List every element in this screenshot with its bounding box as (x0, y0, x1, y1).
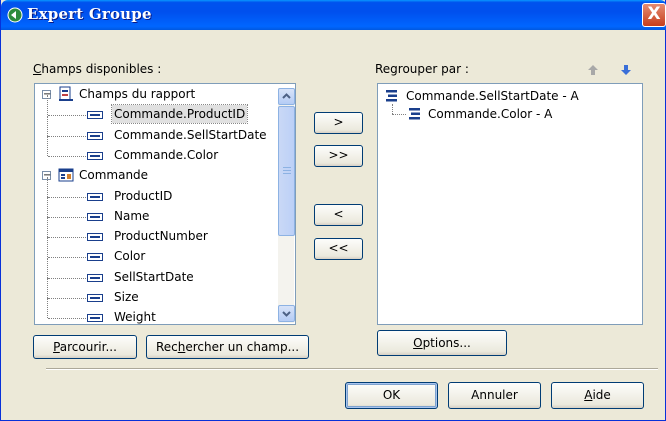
tree-node-label: Commande.ProductID (110, 104, 249, 125)
title-bar[interactable]: Expert Groupe X (1, 0, 666, 30)
tree-node-label: SellStartDate (114, 269, 194, 284)
group-icon (386, 90, 397, 102)
tree-node-label: ProductNumber (114, 229, 208, 244)
scroll-up-button[interactable] (278, 88, 295, 105)
window-title: Expert Groupe (27, 5, 152, 23)
tree-node-label: Commande (79, 168, 149, 183)
chevron-up-icon (282, 93, 291, 99)
tree-field-item[interactable]: ProductID (35, 176, 278, 207)
available-fields-label: Champs disponibles : (33, 62, 162, 76)
tree-node-label: Name (114, 208, 150, 223)
field-icon (87, 294, 103, 302)
add-field-button[interactable]: > (314, 112, 363, 134)
tree-field-item[interactable]: SellStartDate (35, 257, 278, 288)
group-icon (409, 108, 420, 120)
tree-field-item[interactable]: ProductNumber (35, 217, 278, 247)
app-icon (7, 7, 23, 23)
tree-field-item[interactable]: Weight (35, 298, 278, 325)
field-icon (87, 151, 103, 160)
tree-field-item[interactable]: Size (35, 278, 278, 308)
group-by-label: Regrouper par : (375, 62, 469, 76)
expert-groupe-dialog: Expert Groupe X Champs disponibles : − Ch… (0, 0, 666, 421)
tree-node-label: Commande.Color (114, 147, 219, 162)
add-all-fields-button[interactable]: >> (314, 145, 363, 167)
tree-field-item[interactable]: Color (35, 237, 278, 267)
field-icon (87, 212, 103, 221)
scroll-down-button[interactable] (278, 305, 295, 322)
tree-node-label: Champs du rapport (79, 87, 196, 101)
move-down-arrow-icon[interactable] (620, 64, 632, 76)
report-icon (59, 86, 73, 101)
remove-all-fields-button[interactable]: << (314, 238, 363, 260)
tree-node-label: Color (114, 249, 146, 264)
field-icon (87, 192, 103, 201)
tree-group-node[interactable]: − Commande (35, 166, 278, 186)
field-icon (87, 111, 103, 120)
cancel-button[interactable]: Annuler (448, 382, 541, 409)
options-button[interactable]: Options... (377, 330, 507, 356)
tree-field-item[interactable]: Commande.SellStartDate (35, 115, 278, 146)
tree-node-label: ProductID (114, 188, 173, 203)
remove-field-button[interactable]: < (314, 204, 363, 226)
field-icon (87, 131, 103, 140)
close-button[interactable]: X (642, 3, 666, 27)
tree-field-item[interactable]: Commande.Color (35, 135, 278, 166)
help-button[interactable]: Aide (551, 382, 644, 409)
field-icon (87, 233, 103, 242)
chevron-down-icon (282, 311, 291, 317)
ok-button[interactable]: OK (345, 382, 438, 409)
tree-group-node[interactable]: − Champs du rapport (35, 85, 278, 105)
field-icon (87, 273, 103, 282)
available-fields-tree[interactable]: − Champs du rapport Commande.ProductID Comm… (34, 83, 296, 325)
scroll-thumb[interactable] (278, 106, 295, 236)
tree-node-label: Weight (114, 310, 156, 325)
move-up-arrow-icon[interactable] (587, 64, 599, 76)
separator (46, 368, 658, 370)
tree-field-item[interactable]: Commande.ProductID (35, 95, 278, 125)
field-icon (87, 253, 103, 262)
group-by-tree[interactable]: Commande.SellStartDate - A Commande.Colo… (377, 83, 643, 325)
available-fields-scrollbar[interactable] (277, 88, 295, 323)
tree-node-label: Size (114, 290, 139, 304)
find-field-button[interactable]: Rechercher un champ... (146, 335, 309, 359)
table-icon (58, 168, 74, 182)
browse-button[interactable]: Parcourir... (33, 335, 137, 359)
field-icon (87, 314, 103, 323)
tree-node-label: Commande.SellStartDate (114, 127, 267, 142)
tree-field-item[interactable]: Name (35, 196, 278, 227)
